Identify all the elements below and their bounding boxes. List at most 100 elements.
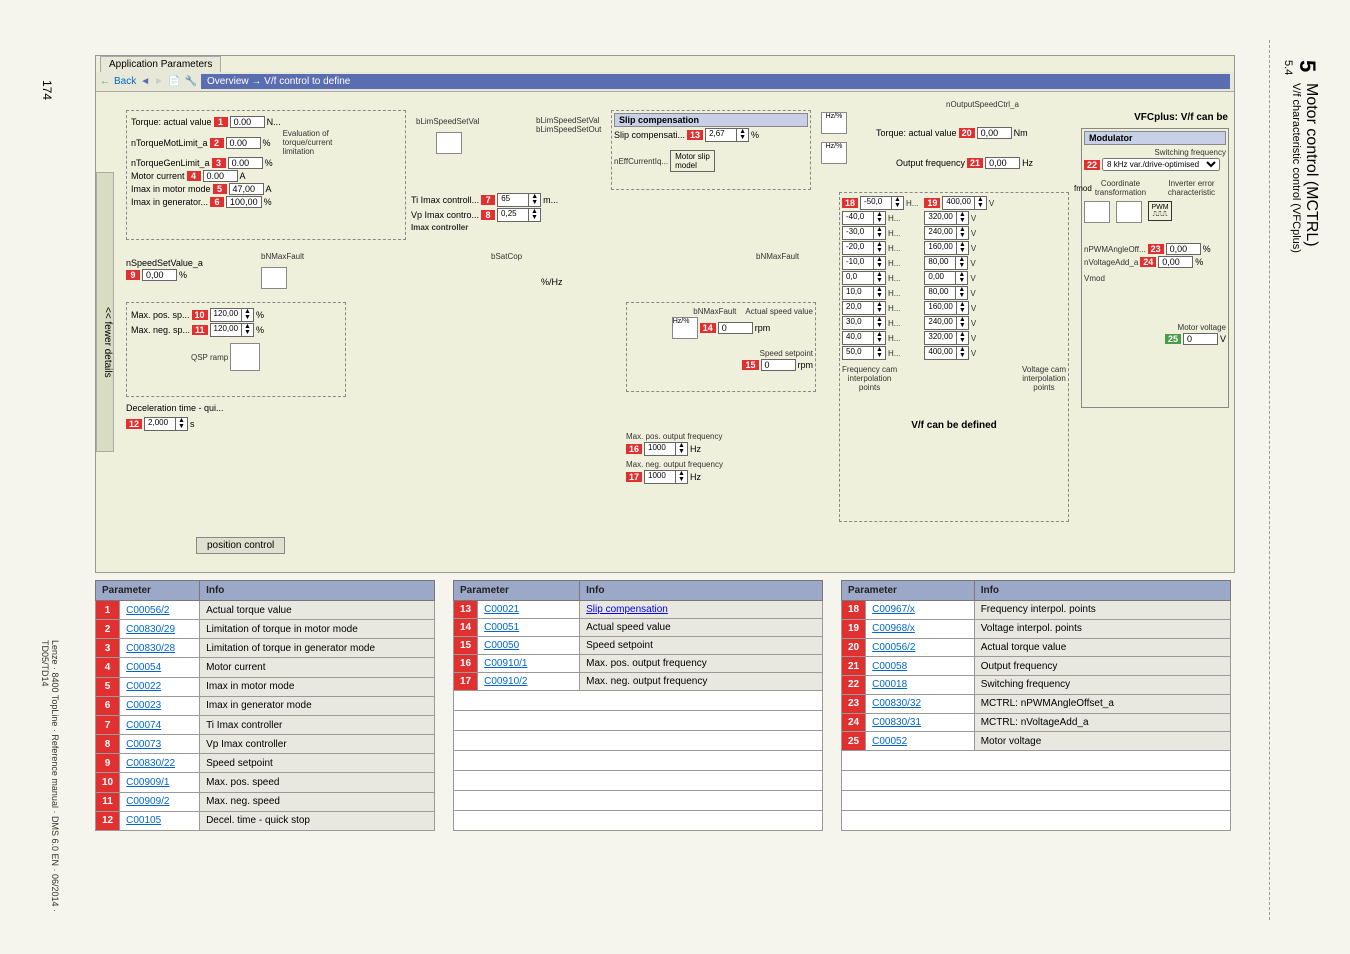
volt-spinner[interactable]: 320,00▲▼: [924, 331, 968, 345]
param-link[interactable]: C00056/2: [126, 605, 169, 616]
param-link[interactable]: C00052: [872, 736, 907, 747]
ti-imax-row: Ti Imax controll... 7 65▲▼ m... Vp Imax …: [411, 192, 558, 232]
app-tab[interactable]: Application Parameters: [100, 56, 221, 72]
th-info: Info: [580, 581, 823, 601]
nav-left-icon[interactable]: ◄: [140, 76, 150, 87]
volt-spinner[interactable]: 80,00▲▼: [924, 256, 968, 270]
nav-right-icon[interactable]: ►: [154, 76, 164, 87]
freq-spinner[interactable]: 0,0▲▼: [842, 271, 886, 285]
info-cell: Max. neg. speed: [200, 792, 435, 811]
marker-19: 19: [924, 198, 940, 208]
freq-spinner[interactable]: 10,0▲▼: [842, 286, 886, 300]
row-marker: 1: [96, 601, 120, 620]
param-link[interactable]: C00073: [126, 739, 161, 750]
param-link[interactable]: C00023: [126, 700, 161, 711]
decel-spinner[interactable]: 2,000▲▼: [144, 417, 188, 431]
volt-spinner[interactable]: 400,00▲▼: [924, 346, 968, 360]
freq-spinner[interactable]: 40,0▲▼: [842, 331, 886, 345]
info-link[interactable]: Slip compensation: [586, 604, 668, 615]
bnmaxfault-2: bNMaxFault: [693, 307, 736, 316]
row-marker: 7: [96, 715, 120, 734]
volt-spinner[interactable]: 160,00▲▼: [924, 301, 968, 315]
slip-spinner[interactable]: 2,67▲▼: [705, 128, 749, 142]
param-link[interactable]: C00968/x: [872, 623, 915, 634]
max-neg-spinner[interactable]: 120,00▲▼: [210, 323, 254, 337]
param-link[interactable]: C00018: [872, 679, 907, 690]
back-link[interactable]: Back: [114, 76, 136, 87]
unit: rpm: [798, 360, 814, 370]
ti-imax-spinner[interactable]: 65▲▼: [497, 193, 541, 207]
param-link[interactable]: C00058: [872, 661, 907, 672]
freq-spinner[interactable]: 50,0▲▼: [842, 346, 886, 360]
unit: s: [190, 419, 195, 429]
unit: Hz: [690, 472, 701, 482]
volt-spinner[interactable]: 160,00▲▼: [924, 241, 968, 255]
nvolt-value: 0,00: [1158, 256, 1193, 268]
max-pos-out-spinner[interactable]: 1000▲▼: [644, 442, 688, 456]
param-link[interactable]: C00909/1: [126, 777, 169, 788]
max-pos-spinner[interactable]: 120,00▲▼: [210, 308, 254, 322]
actual-speed-value: 0: [718, 322, 753, 334]
param-link[interactable]: C00830/22: [126, 758, 175, 769]
param-link[interactable]: C00830/29: [126, 624, 175, 635]
marker-9: 9: [126, 270, 140, 280]
speed-setpoint-label: Speed setpoint: [760, 349, 813, 358]
max-neg-out-spinner[interactable]: 1000▲▼: [644, 470, 688, 484]
param-link[interactable]: C00021: [484, 604, 519, 615]
unit: rpm: [755, 323, 771, 333]
param-link[interactable]: C00830/31: [872, 717, 921, 728]
output-freq-label: Output frequency: [896, 158, 965, 168]
table-row: 14C00051Actual speed value: [454, 619, 823, 637]
param-link[interactable]: C00105: [126, 815, 161, 826]
param-link[interactable]: C00074: [126, 720, 161, 731]
table-row: 15C00050Speed setpoint: [454, 637, 823, 655]
param-link[interactable]: C00051: [484, 622, 519, 633]
unit: %: [751, 130, 759, 140]
param-link[interactable]: C00967/x: [872, 604, 915, 615]
volt-spinner[interactable]: 0,00▲▼: [924, 271, 968, 285]
volt-spinner[interactable]: 400,00▲▼: [942, 196, 986, 210]
param-link[interactable]: C00054: [126, 662, 161, 673]
param-link[interactable]: C00830/32: [872, 698, 921, 709]
marker-23: 23: [1148, 244, 1164, 254]
freq-spinner[interactable]: -20,0▲▼: [842, 241, 886, 255]
slip-comp-label: Slip compensati...: [614, 130, 685, 140]
tool-icon[interactable]: 🔧: [185, 76, 197, 87]
volt-spinner[interactable]: 80,00▲▼: [924, 286, 968, 300]
param-link[interactable]: C00910/1: [484, 658, 527, 669]
coord-graph: [1084, 201, 1110, 223]
info-cell: Imax in motor mode: [200, 677, 435, 696]
param-link[interactable]: C00056/2: [872, 642, 915, 653]
unit: A: [266, 184, 272, 194]
freq-spinner[interactable]: 20,0▲▼: [842, 301, 886, 315]
freq-spinner[interactable]: -30,0▲▼: [842, 226, 886, 240]
fewer-details-button[interactable]: << fewer details: [96, 172, 114, 452]
vp-imax-spinner[interactable]: 0,25▲▼: [497, 208, 541, 222]
sw-freq-select[interactable]: 8 kHz var./drive-optimised: [1102, 158, 1220, 171]
marker-18: 18: [842, 198, 858, 208]
volt-spinner[interactable]: 320,00▲▼: [924, 211, 968, 225]
back-arrow-icon[interactable]: ←: [100, 76, 110, 87]
motor-current-value: 0.00: [203, 170, 238, 182]
page-icon[interactable]: 📄: [168, 76, 180, 87]
freq-spinner[interactable]: 30,0▲▼: [842, 316, 886, 330]
freq-spinner[interactable]: -10,0▲▼: [842, 256, 886, 270]
param-link-cell: C00105: [120, 811, 200, 830]
param-link[interactable]: C00909/2: [126, 796, 169, 807]
param-link[interactable]: C00050: [484, 640, 519, 651]
marker-1: 1: [214, 117, 228, 127]
param-link-cell: C00830/32: [866, 694, 975, 713]
param-link[interactable]: C00022: [126, 681, 161, 692]
freq-spinner[interactable]: -50,0▲▼: [860, 196, 904, 210]
row-marker: 15: [454, 637, 478, 655]
volt-spinner[interactable]: 240,00▲▼: [924, 226, 968, 240]
motor-current-label: Motor current: [131, 171, 185, 181]
param-link[interactable]: C00910/2: [484, 676, 527, 687]
chapter-header: 5 5.4 Motor control (MCTRL) V/f characte…: [1282, 60, 1320, 253]
volt-spinner[interactable]: 240,00▲▼: [924, 316, 968, 330]
param-link[interactable]: C00830/28: [126, 643, 175, 654]
max-pos-out-row: Max. pos. output frequency 16 1000▲▼ Hz …: [626, 432, 723, 485]
info-cell: Ti Imax controller: [200, 715, 435, 734]
freq-spinner[interactable]: -40,0▲▼: [842, 211, 886, 225]
position-control-button[interactable]: position control: [196, 537, 285, 554]
